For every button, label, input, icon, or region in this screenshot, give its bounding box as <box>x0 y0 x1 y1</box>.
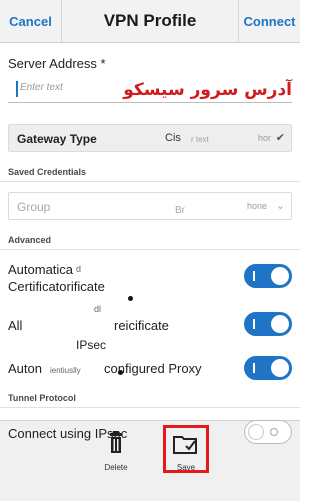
toggle-on-indicator <box>253 271 255 281</box>
group-dropdown[interactable]: Group Br hone ⌄ <box>8 192 292 220</box>
certificate-label-prefix: All <box>8 318 23 333</box>
toggle-knob <box>271 315 289 333</box>
text-cursor <box>16 81 18 97</box>
divider <box>0 407 300 408</box>
proxy-toggle[interactable] <box>244 356 292 380</box>
divider <box>0 249 300 250</box>
gateway-type-text: Cis <box>165 132 181 144</box>
proxy-label-fragment: ientiuslly <box>50 366 81 375</box>
certificate-label-suffix: reicificate <box>114 318 169 333</box>
save-highlight-box <box>163 425 209 473</box>
ink-mark <box>118 370 123 375</box>
ipsec-toggle[interactable] <box>244 420 292 444</box>
delete-label: Delete <box>104 463 128 472</box>
ink-mark <box>128 296 133 301</box>
section-tunnel-protocol: Tunnel Protocol <box>8 393 76 403</box>
toggle-knob <box>248 424 264 440</box>
toggle-on-indicator <box>253 363 255 373</box>
server-address-annotation: آدرس سرور سیسکو <box>123 80 292 100</box>
section-advanced: Advanced <box>8 235 52 245</box>
gateway-type-label: Gateway Type <box>17 132 97 146</box>
toggle-knob <box>271 267 289 285</box>
auto-certificate-label-line2: Certificatorificate <box>8 279 105 294</box>
toggle-on-indicator <box>253 319 255 329</box>
delete-button[interactable]: Delete <box>96 425 136 473</box>
section-saved-credentials: Saved Credentials <box>8 167 87 177</box>
server-address-placeholder: Enter text <box>20 82 63 93</box>
certificate-fragment-top: dl <box>94 304 102 314</box>
divider <box>0 181 300 182</box>
certificate-toggle[interactable] <box>244 312 292 336</box>
gateway-type-text-fragment: r text <box>191 135 209 144</box>
auto-certificate-toggle[interactable] <box>244 264 292 288</box>
group-label: Group <box>17 200 51 214</box>
page-title: VPN Profile <box>103 11 197 30</box>
toggle-off-indicator <box>270 428 278 436</box>
toggle-knob <box>271 359 289 377</box>
cancel-button[interactable]: Cancel <box>0 0 62 42</box>
chevron-down-icon: ✔︎ <box>275 132 285 144</box>
group-value: hone <box>246 201 267 211</box>
chevron-down-icon: ⌄ <box>275 200 285 212</box>
trash-icon <box>110 431 122 453</box>
gateway-type-dropdown[interactable]: Gateway Type Cis r text hor ✔︎ <box>8 124 292 152</box>
proxy-fragment-ipsec: IPsec <box>76 338 107 352</box>
title-bar: Cancel VPN Profile Connect <box>0 0 300 43</box>
connect-button[interactable]: Connect <box>238 0 300 42</box>
gateway-type-value: hor <box>257 133 271 143</box>
server-address-label: Server Address * <box>8 56 106 71</box>
group-text-fragment: Br <box>175 205 185 216</box>
auto-certificate-fragment: d <box>76 264 82 274</box>
proxy-label-prefix: Auton <box>8 361 42 376</box>
auto-certificate-label-line1: Automatica <box>8 262 74 277</box>
